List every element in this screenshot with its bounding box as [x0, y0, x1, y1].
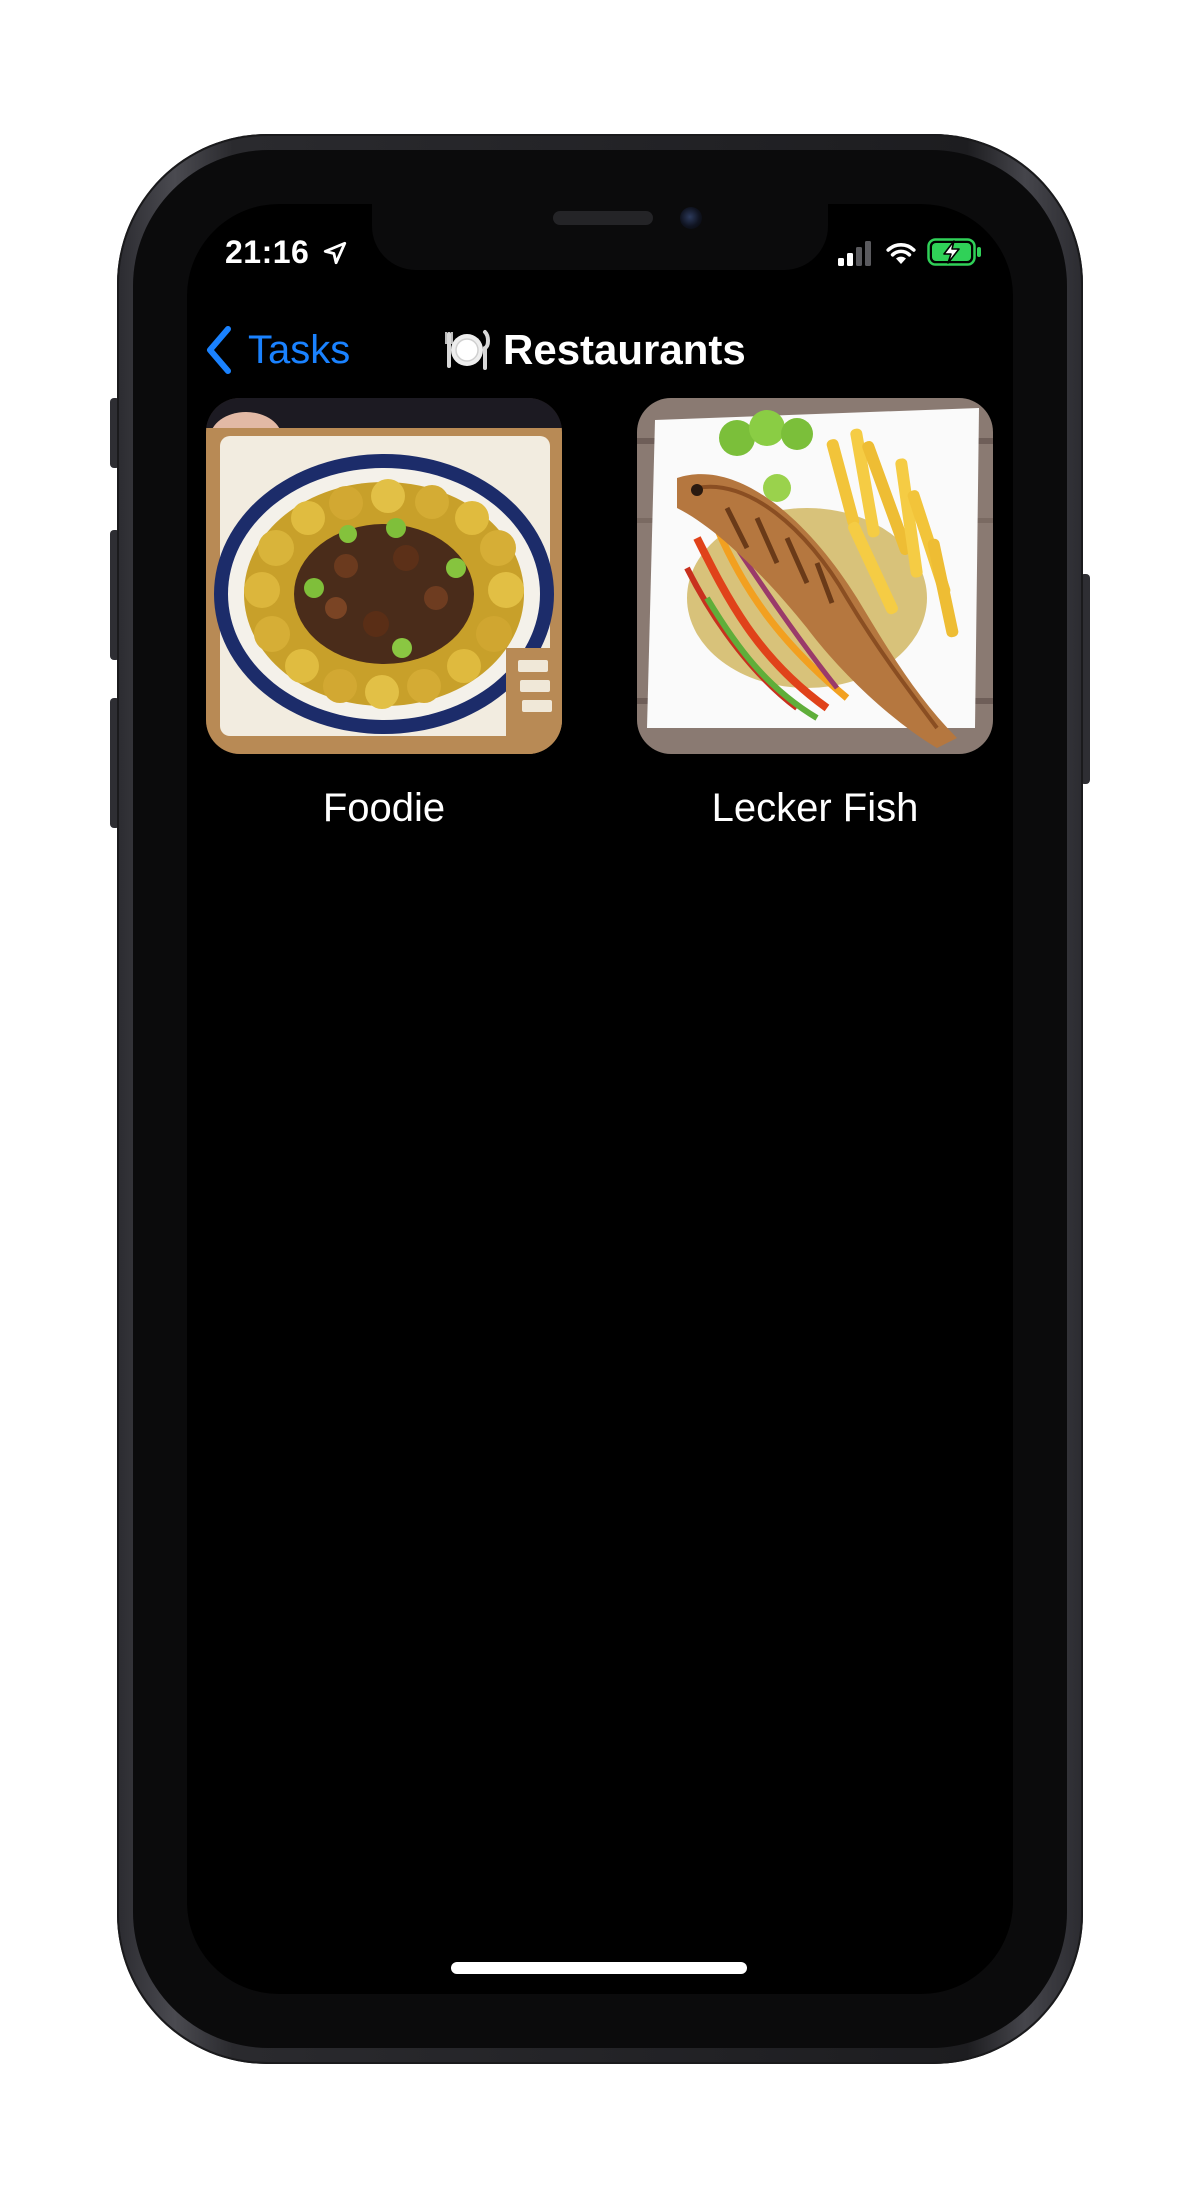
- plate-with-cutlery-icon: [445, 330, 490, 370]
- back-button-label: Tasks: [248, 327, 351, 372]
- front-camera: [680, 207, 702, 229]
- wifi-icon: [886, 243, 916, 264]
- page-title: Restaurants: [443, 320, 746, 380]
- chevron-left-icon: [207, 326, 231, 374]
- restaurant-name: Foodie: [322, 786, 446, 830]
- back-button[interactable]: Tasks: [204, 320, 350, 380]
- location-arrow-icon: [323, 241, 347, 265]
- restaurant-card-lecker-fish[interactable]: Lecker Fish: [637, 398, 993, 832]
- home-indicator[interactable]: [451, 1962, 747, 1974]
- battery-charging-icon: [927, 238, 981, 266]
- restaurant-card-foodie[interactable]: Foodie: [206, 398, 562, 832]
- restaurant-name: Lecker Fish: [711, 786, 919, 830]
- device-mockup: 21:16 Tasks Restaurants Foodie Lecker Fi…: [0, 0, 1200, 2200]
- page-title-text: Restaurants: [503, 326, 746, 373]
- earpiece-speaker: [553, 211, 653, 225]
- restaurant-photo-foodie: [206, 398, 562, 754]
- cellular-signal-icon: [838, 241, 871, 266]
- restaurant-photo-lecker-fish: [637, 398, 993, 754]
- status-time: 21:16: [225, 234, 310, 270]
